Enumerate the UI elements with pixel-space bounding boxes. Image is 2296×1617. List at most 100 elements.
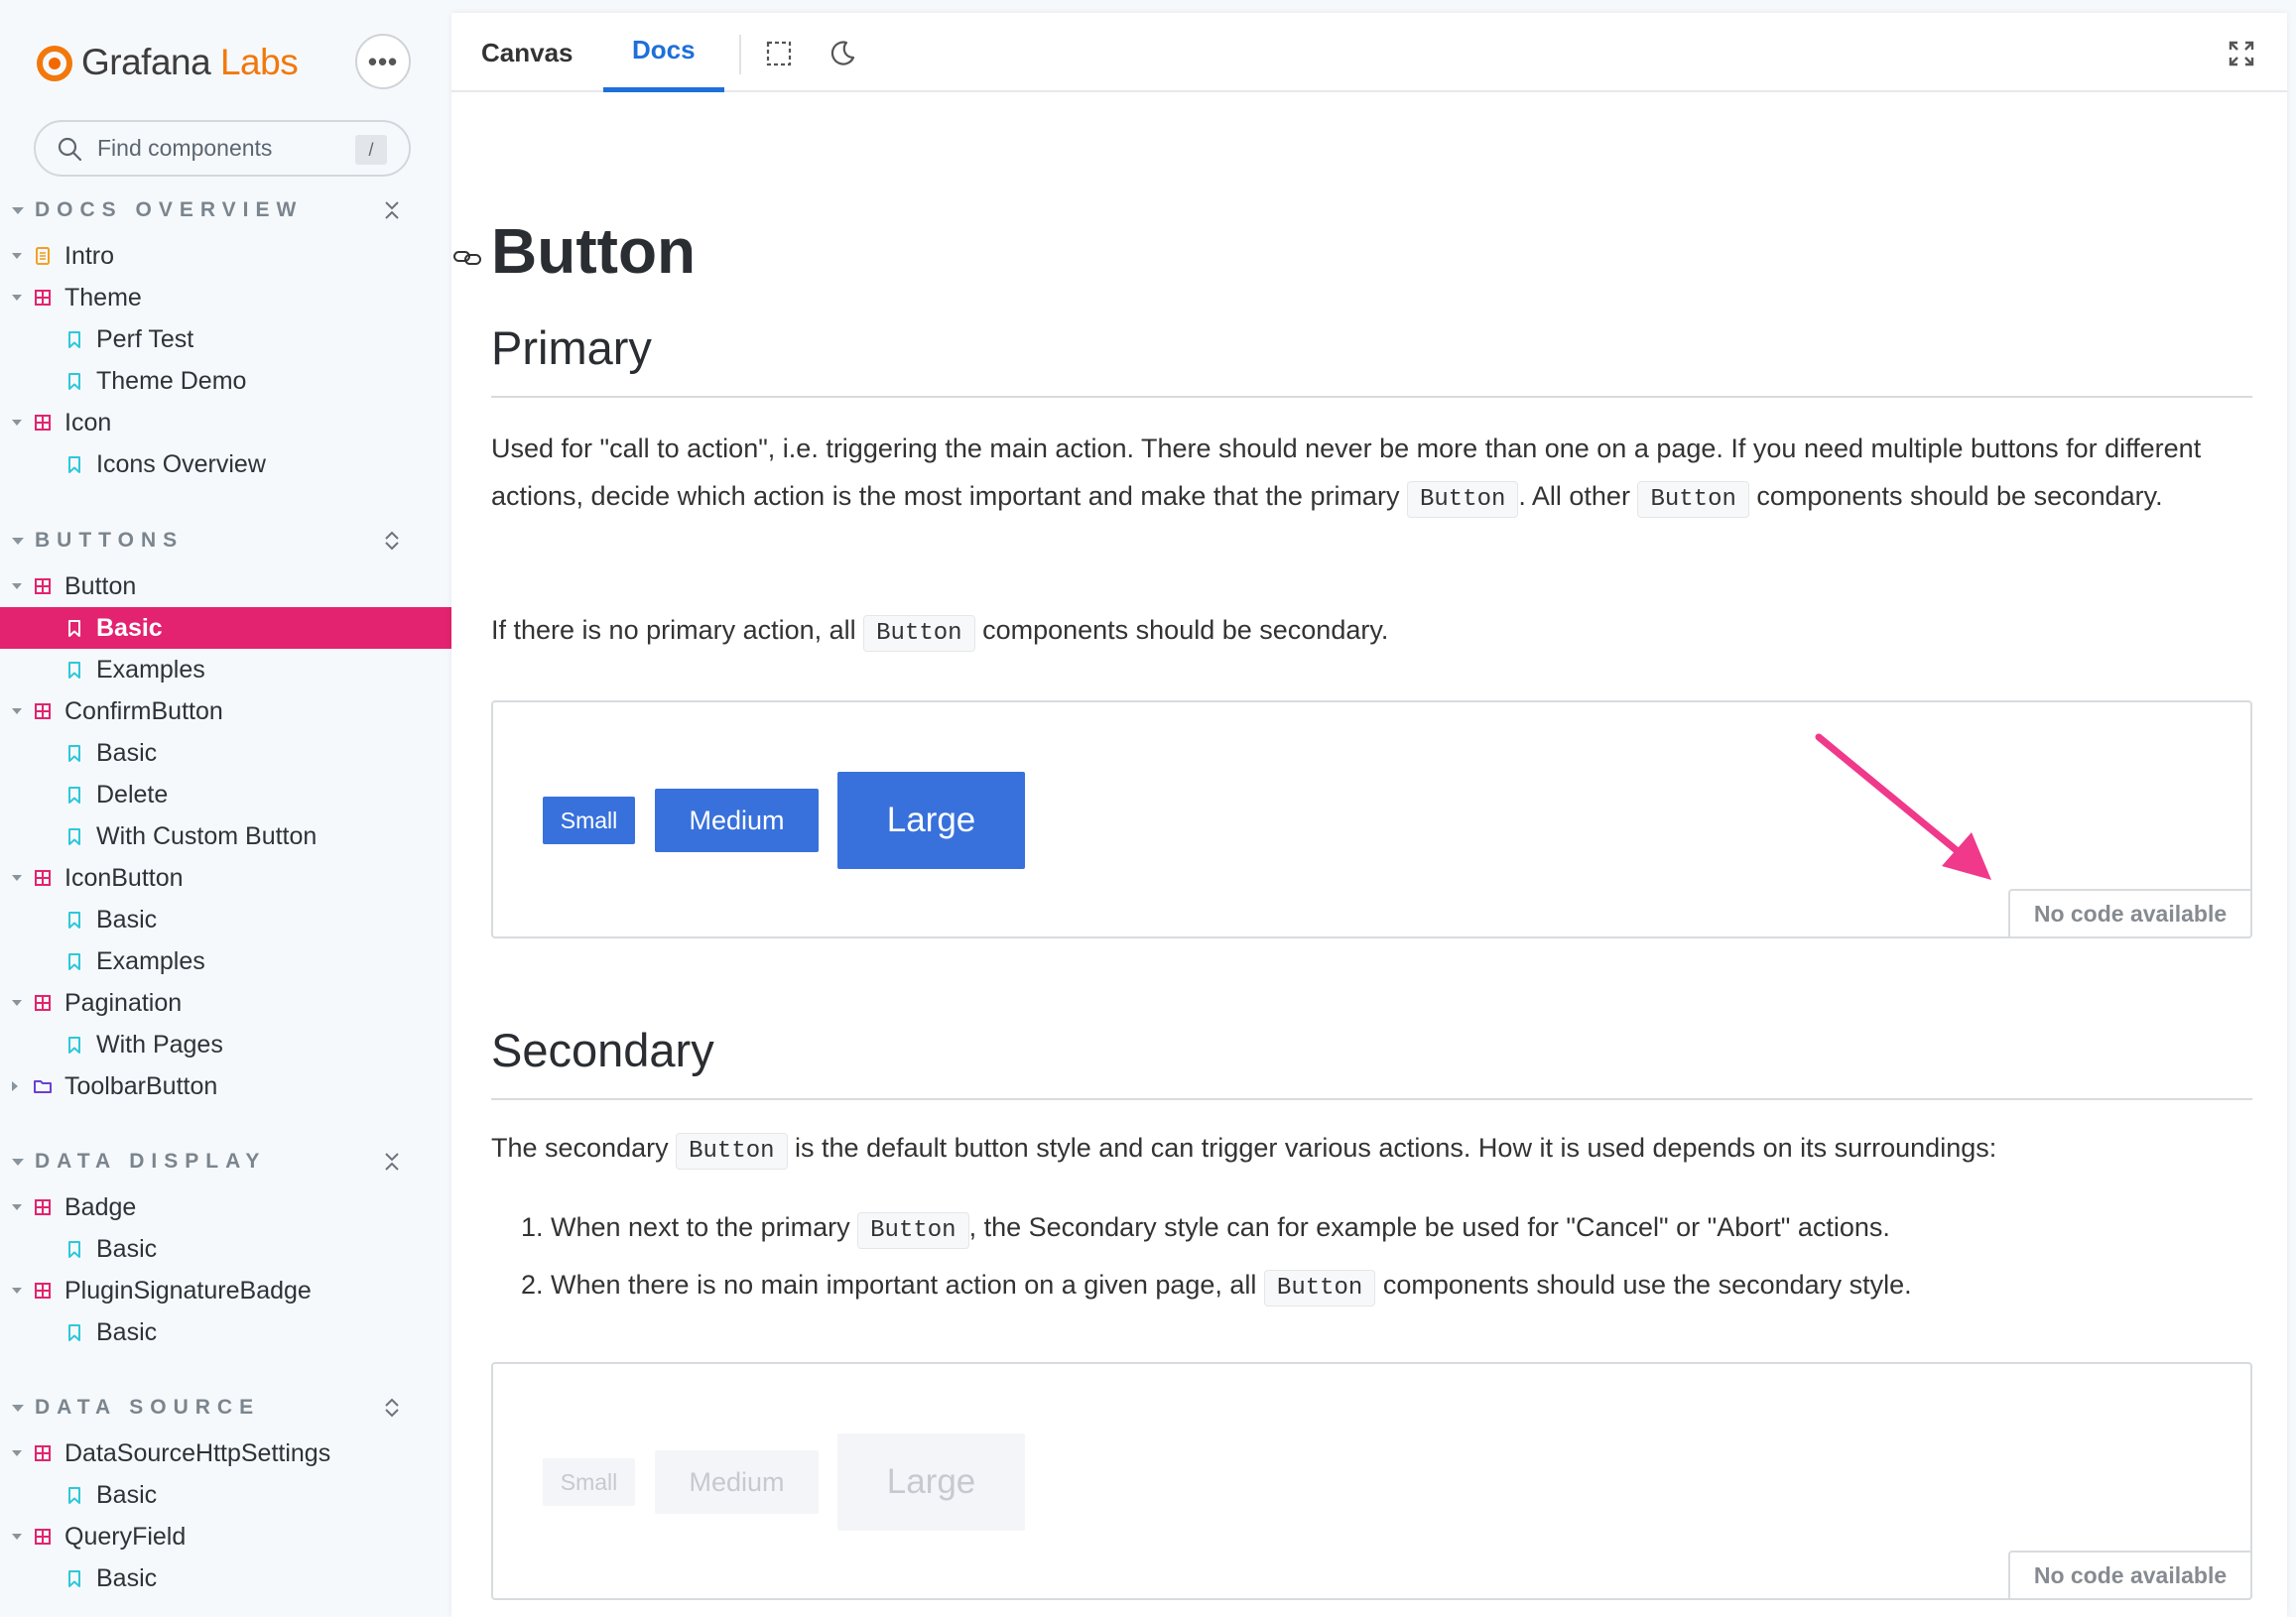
caret-down-icon <box>12 1204 22 1210</box>
sidebar-item-button[interactable]: Button <box>0 565 451 607</box>
sidebar-item-label: Examples <box>96 946 205 975</box>
caret-down-icon <box>12 583 22 589</box>
sidebar-item-pagination[interactable]: Pagination <box>0 982 451 1024</box>
section-header-data-display[interactable]: DATA DISPLAY <box>0 1142 451 1182</box>
sidebar-item-label: Perf Test <box>96 324 194 353</box>
caret-down-icon <box>12 537 24 545</box>
sidebar-item-basic[interactable]: Basic <box>0 1228 451 1270</box>
secondary-usage-list: When next to the primary Button, the Sec… <box>519 1200 2245 1315</box>
sidebar-item-label: IconButton <box>64 863 184 892</box>
caret-down-icon <box>12 253 22 259</box>
primary-description: Used for "call to action", i.e. triggeri… <box>491 425 2252 524</box>
sidebar-item-iconbutton[interactable]: IconButton <box>0 857 451 899</box>
sidebar-item-basic[interactable]: Basic <box>0 1474 451 1516</box>
component-icon <box>33 576 53 596</box>
code-button: Button <box>1263 1270 1376 1306</box>
sidebar-item-badge[interactable]: Badge <box>0 1186 451 1228</box>
sidebar-item-with-pages[interactable]: With Pages <box>0 1024 451 1065</box>
caret-down-icon <box>12 206 24 214</box>
section-header-docs-overview[interactable]: DOCS OVERVIEW <box>0 190 451 230</box>
fullscreen-icon[interactable] <box>2227 39 2256 68</box>
link-anchor-icon[interactable] <box>451 241 483 273</box>
folder-icon <box>33 1076 53 1096</box>
sidebar-item-label: With Custom Button <box>96 821 318 850</box>
annotation-arrow-icon <box>1815 733 1991 880</box>
tab-docs[interactable]: Docs <box>603 13 724 92</box>
no-code-available-button[interactable]: No code available <box>2008 1551 2252 1600</box>
component-icon <box>33 1527 53 1547</box>
no-code-available-button[interactable]: No code available <box>2008 889 2252 938</box>
primary-medium-button[interactable]: Medium <box>655 789 819 852</box>
sidebar-item-examples[interactable]: Examples <box>0 940 451 982</box>
sidebar-item-basic[interactable]: Basic <box>0 732 451 774</box>
sidebar-item-icons-overview[interactable]: Icons Overview <box>0 443 451 485</box>
sidebar-item-pluginsignaturebadge[interactable]: PluginSignatureBadge <box>0 1270 451 1311</box>
sidebar-item-label: Basic <box>96 1480 158 1509</box>
sidebar-item-basic[interactable]: Basic <box>0 899 451 940</box>
sidebar-item-theme[interactable]: Theme <box>0 277 451 318</box>
component-icon <box>33 1281 53 1301</box>
expand-all-icon[interactable] <box>380 1396 404 1420</box>
primary-note: If there is no primary action, all Butto… <box>491 606 2252 658</box>
expand-all-icon[interactable] <box>380 529 404 553</box>
search-icon <box>58 137 82 161</box>
sidebar-item-perf-test[interactable]: Perf Test <box>0 318 451 360</box>
collapse-all-icon[interactable] <box>380 198 404 222</box>
sidebar-item-queryfield[interactable]: QueryField <box>0 1516 451 1557</box>
search-input[interactable]: Find components / <box>34 120 411 177</box>
sidebar-item-label: Button <box>64 571 137 600</box>
sidebar-item-label: Intro <box>64 241 115 270</box>
bookmark-icon <box>64 618 84 638</box>
tab-canvas[interactable]: Canvas <box>481 13 574 92</box>
grafana-labs-logo[interactable]: Grafana Labs <box>34 38 299 87</box>
secondary-large-button[interactable]: Large <box>837 1433 1025 1531</box>
sidebar-item-basic[interactable]: Basic <box>0 607 451 649</box>
caret-down-icon <box>12 1158 24 1166</box>
sidebar-item-confirmbutton[interactable]: ConfirmButton <box>0 690 451 732</box>
primary-small-button[interactable]: Small <box>543 797 635 844</box>
primary-large-button[interactable]: Large <box>837 772 1025 869</box>
sidebar-item-label: Icons Overview <box>96 449 266 478</box>
sidebar-item-basic[interactable]: Basic <box>0 1311 451 1353</box>
sidebar-item-examples[interactable]: Examples <box>0 649 451 690</box>
sidebar-item-icon[interactable]: Icon <box>0 402 451 443</box>
sidebar-item-intro[interactable]: Intro <box>0 235 451 277</box>
sidebar-item-label: Theme <box>64 283 142 311</box>
caret-down-icon <box>12 1288 22 1294</box>
secondary-divider <box>491 1098 2252 1100</box>
sidebar-item-label: Theme Demo <box>96 366 247 395</box>
sidebar-item-basic[interactable]: Basic <box>0 1557 451 1599</box>
component-icon <box>33 1197 53 1217</box>
section-header-data-source[interactable]: DATA SOURCE <box>0 1388 451 1428</box>
component-icon <box>33 993 53 1013</box>
component-icon <box>33 413 53 433</box>
sidebar-item-datasourcehttpsettings[interactable]: DataSourceHttpSettings <box>0 1432 451 1474</box>
section-header-buttons[interactable]: BUTTONS <box>0 521 451 560</box>
bookmark-icon <box>64 1485 84 1505</box>
more-options-button[interactable]: ••• <box>355 34 411 89</box>
caret-down-icon <box>12 708 22 714</box>
search-shortcut-key: / <box>355 135 387 165</box>
sidebar-item-delete[interactable]: Delete <box>0 774 451 815</box>
moon-icon[interactable] <box>828 39 857 68</box>
collapse-all-icon[interactable] <box>380 1150 404 1174</box>
sidebar-item-label: PluginSignatureBadge <box>64 1276 312 1305</box>
secondary-medium-button[interactable]: Medium <box>655 1450 819 1514</box>
outline-icon[interactable] <box>764 39 794 68</box>
caret-down-icon <box>12 295 22 301</box>
sidebar-item-label: ToolbarButton <box>64 1071 218 1100</box>
caret-down-icon <box>12 875 22 881</box>
caret-right-icon <box>12 1081 18 1091</box>
code-button: Button <box>863 615 975 652</box>
bookmark-icon <box>64 1035 84 1055</box>
bookmark-icon <box>64 1322 84 1342</box>
sidebar-item-theme-demo[interactable]: Theme Demo <box>0 360 451 402</box>
secondary-small-button[interactable]: Small <box>543 1458 635 1506</box>
search-placeholder: Find components <box>97 135 273 161</box>
sidebar-item-label: QueryField <box>64 1522 187 1551</box>
bookmark-icon <box>64 454 84 474</box>
sidebar-item-toolbarbutton[interactable]: ToolbarButton <box>0 1065 451 1107</box>
code-button: Button <box>1406 481 1519 518</box>
secondary-preview: Small Medium Large No code available <box>491 1362 2252 1600</box>
sidebar-item-with-custom-button[interactable]: With Custom Button <box>0 815 451 857</box>
